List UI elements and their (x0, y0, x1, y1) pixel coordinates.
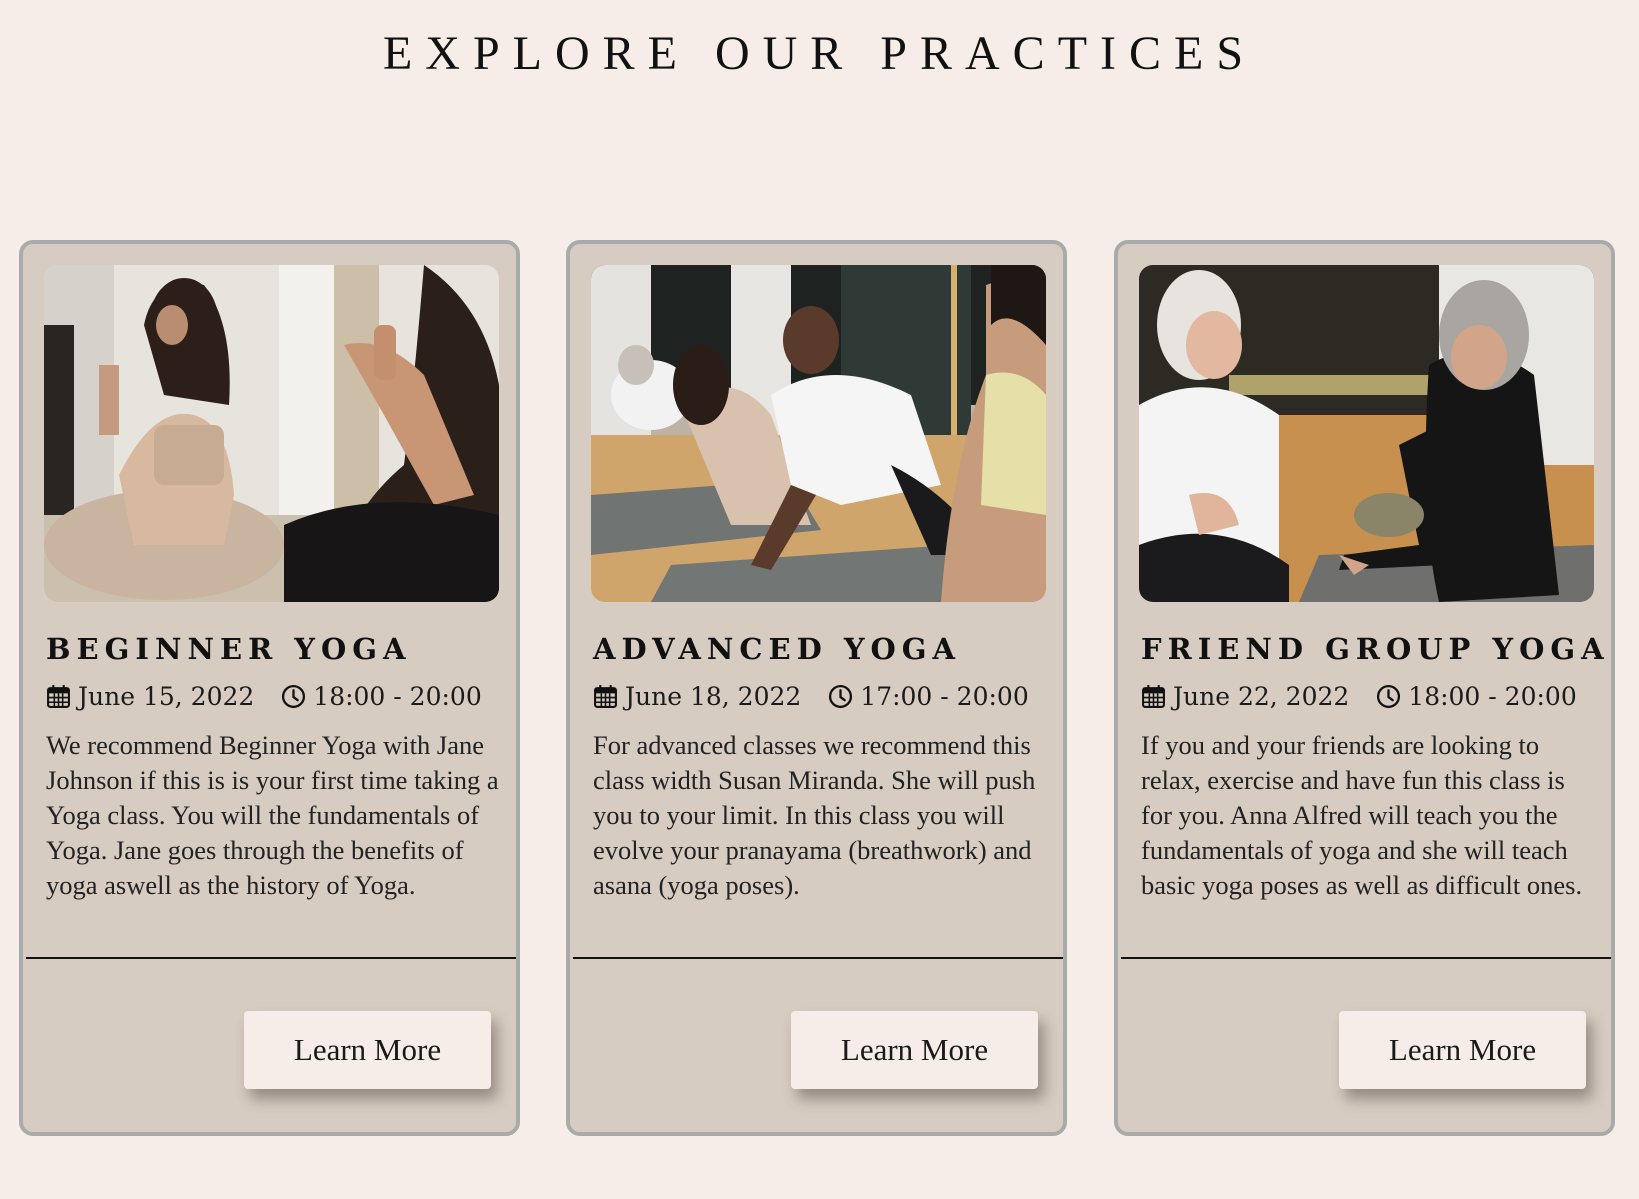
learn-more-button[interactable]: Learn More (791, 1011, 1038, 1089)
clock-icon (828, 684, 853, 709)
class-description: For advanced classes we recommend this c… (593, 730, 1036, 900)
learn-more-button[interactable]: Learn More (244, 1011, 491, 1089)
learn-more-button[interactable]: Learn More (1339, 1011, 1586, 1089)
class-card-advanced-yoga: ADVANCED YOGA June 18, 2022 17:00 - 20:0… (566, 240, 1067, 1136)
class-time: 17:00 - 20:00 (860, 682, 1029, 711)
class-title: BEGINNER YOGA (46, 632, 412, 666)
class-date: June 18, 2022 (625, 682, 802, 711)
class-schedule: June 22, 2022 18:00 - 20:00 (1141, 682, 1577, 711)
class-date: June 15, 2022 (78, 682, 255, 711)
class-schedule: June 15, 2022 18:00 - 20:00 (46, 682, 482, 711)
class-time: 18:00 - 20:00 (313, 682, 482, 711)
calendar-icon (46, 684, 71, 709)
card-divider (1121, 957, 1611, 959)
class-card-beginner-yoga: BEGINNER YOGA June 15, 2022 18:00 - 20:0… (19, 240, 520, 1136)
class-photo (44, 265, 499, 602)
calendar-icon (593, 684, 618, 709)
clock-icon (281, 684, 306, 709)
class-date: June 22, 2022 (1173, 682, 1350, 711)
class-photo (591, 265, 1046, 602)
section-title: EXPLORE OUR PRACTICES (382, 27, 1257, 80)
class-description: We recommend Beginner Yoga with Jane Joh… (46, 730, 499, 900)
clock-icon (1376, 684, 1401, 709)
class-description: If you and your friends are looking to r… (1141, 730, 1583, 900)
class-card-friend-group-yoga: FRIEND GROUP YOGA June 22, 2022 18:00 - … (1114, 240, 1615, 1136)
class-title: ADVANCED YOGA (593, 632, 962, 666)
card-divider (573, 957, 1063, 959)
class-schedule: June 18, 2022 17:00 - 20:00 (593, 682, 1029, 711)
class-title: FRIEND GROUP YOGA (1141, 632, 1610, 666)
card-divider (26, 957, 516, 959)
calendar-icon (1141, 684, 1166, 709)
class-photo (1139, 265, 1594, 602)
class-time: 18:00 - 20:00 (1408, 682, 1577, 711)
